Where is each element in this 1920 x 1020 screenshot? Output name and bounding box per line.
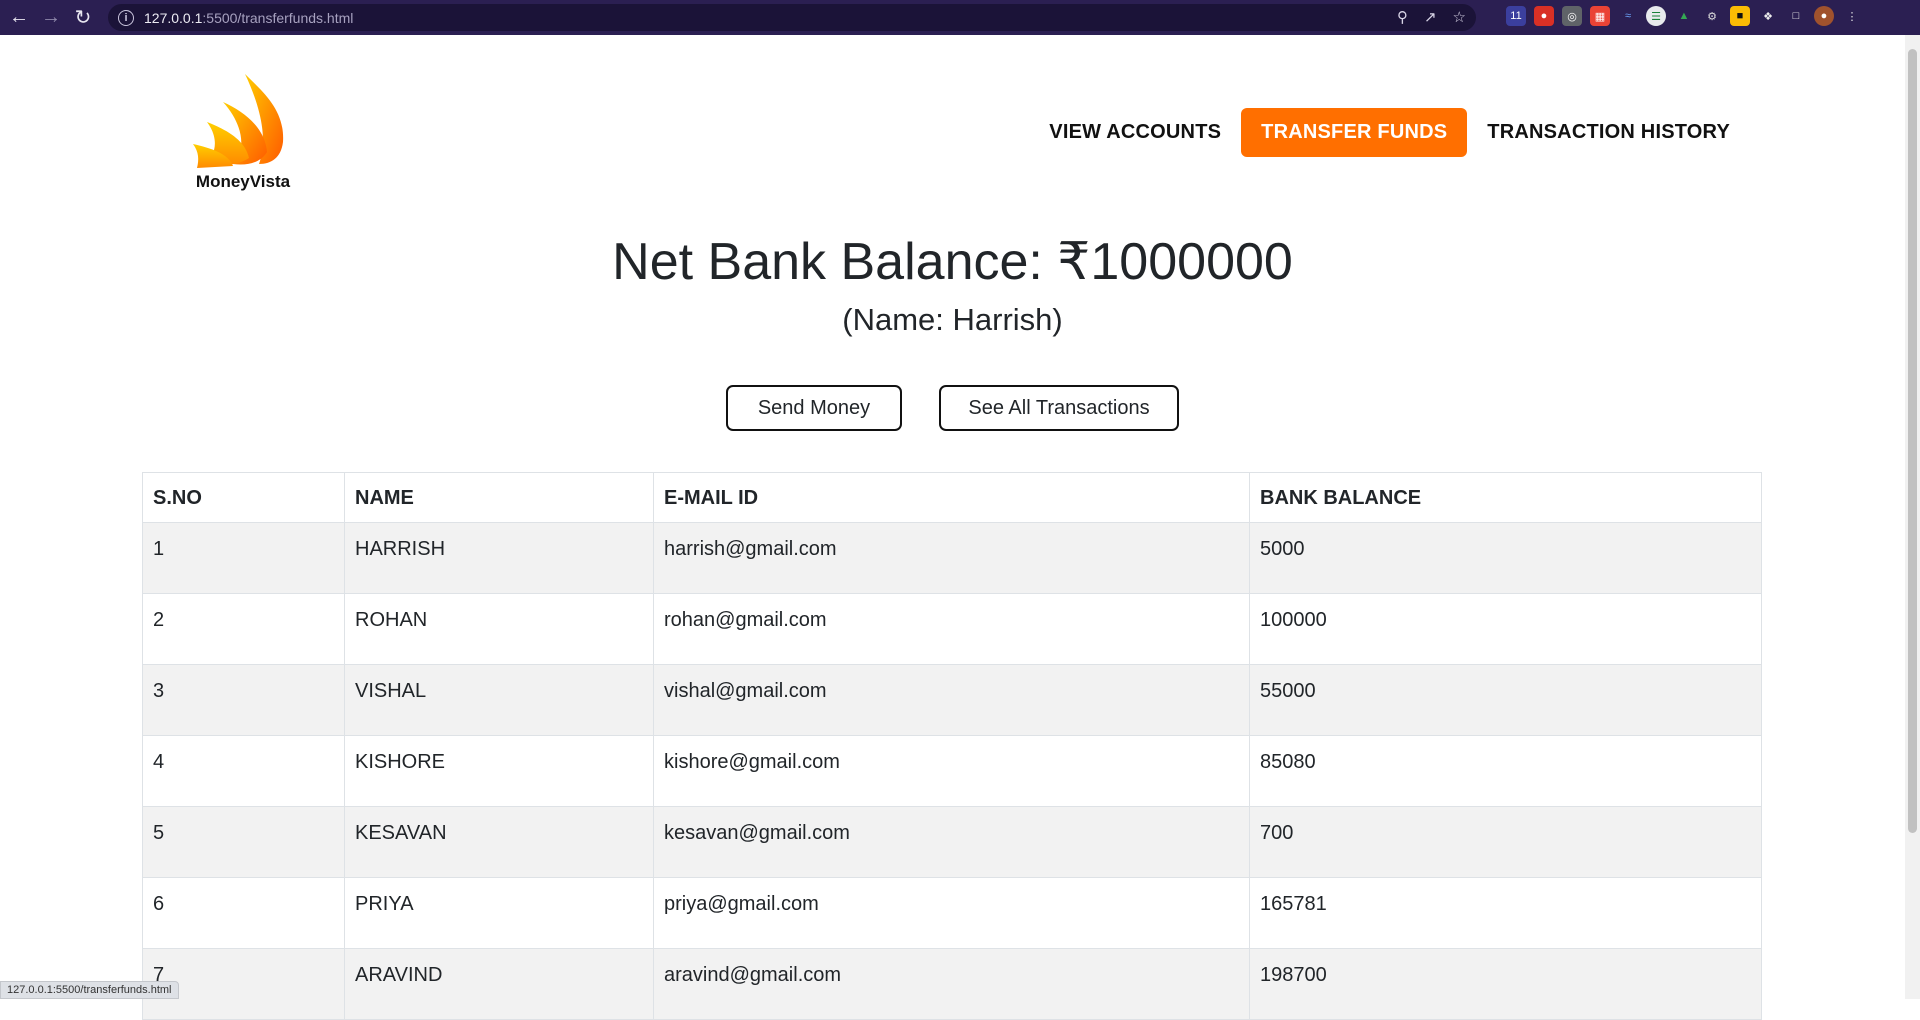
forward-icon[interactable]: → xyxy=(38,5,64,31)
cell-balance: 55000 xyxy=(1249,664,1762,736)
nav-transaction-history[interactable]: TRANSACTION HISTORY xyxy=(1475,109,1742,156)
back-icon[interactable]: ← xyxy=(6,5,32,31)
cell-sno: 3 xyxy=(142,664,345,736)
cell-balance: 700 xyxy=(1249,806,1762,878)
cell-name: KESAVAN xyxy=(344,806,654,878)
table-row: 7 ARAVIND aravind@gmail.com 198700 xyxy=(142,948,1762,1020)
page-scrollbar[interactable] xyxy=(1905,35,1920,999)
accounts-table: S.NO NAME E-MAIL ID BANK BALANCE 1 HARRI… xyxy=(142,472,1762,1020)
cell-balance: 85080 xyxy=(1249,735,1762,807)
reload-icon[interactable]: ↻ xyxy=(70,5,96,31)
cell-balance: 198700 xyxy=(1249,948,1762,1020)
cell-name: ROHAN xyxy=(344,593,654,665)
table-row: 4 KISHORE kishore@gmail.com 85080 xyxy=(142,735,1762,807)
extension-sheet-icon[interactable]: ☰ xyxy=(1646,6,1666,26)
browser-toolbar: ← → ↻ i 127.0.0.1:5500/transferfunds.htm… xyxy=(0,0,1920,35)
table-row: 5 KESAVAN kesavan@gmail.com 700 xyxy=(142,806,1762,878)
header-balance: BANK BALANCE xyxy=(1249,472,1762,523)
cell-balance: 5000 xyxy=(1249,522,1762,594)
table-row: 6 PRIYA priya@gmail.com 165781 xyxy=(142,877,1762,949)
scrollbar-thumb[interactable] xyxy=(1908,49,1917,833)
extension-globe-icon[interactable]: ◎ xyxy=(1562,6,1582,26)
see-all-transactions-button[interactable]: See All Transactions xyxy=(939,385,1179,431)
cell-sno: 2 xyxy=(142,593,345,665)
cell-balance: 100000 xyxy=(1249,593,1762,665)
extensions-puzzle-icon[interactable]: ❖ xyxy=(1758,6,1778,26)
cell-name: KISHORE xyxy=(344,735,654,807)
cell-email: kesavan@gmail.com xyxy=(653,806,1250,878)
cell-email: rohan@gmail.com xyxy=(653,593,1250,665)
address-bar[interactable]: i 127.0.0.1:5500/transferfunds.html ⚲ ↗ … xyxy=(108,4,1476,31)
table-row: 2 ROHAN rohan@gmail.com 100000 xyxy=(142,593,1762,665)
cell-email: aravind@gmail.com xyxy=(653,948,1250,1020)
cell-name: VISHAL xyxy=(344,664,654,736)
cell-email: harrish@gmail.com xyxy=(653,522,1250,594)
extension-wave-icon[interactable]: ≈ xyxy=(1618,6,1638,26)
header-sno: S.NO xyxy=(142,472,345,523)
table-row: 1 HARRISH harrish@gmail.com 5000 xyxy=(142,522,1762,594)
extension-calendar-icon[interactable]: 11 xyxy=(1506,6,1526,26)
url-text[interactable]: 127.0.0.1:5500/transferfunds.html xyxy=(144,10,353,26)
browser-menu-icon[interactable]: ⋮ xyxy=(1842,6,1862,26)
share-icon[interactable]: ↗ xyxy=(1424,8,1437,26)
brand-logo[interactable]: MoneyVista xyxy=(193,72,293,196)
profile-avatar-icon[interactable]: ● xyxy=(1814,6,1834,26)
account-name-subheading: (Name: Harrish) xyxy=(842,302,1063,337)
header-name: NAME xyxy=(344,472,654,523)
cell-email: kishore@gmail.com xyxy=(653,735,1250,807)
extension-tree-icon[interactable]: ▲ xyxy=(1674,6,1694,26)
table-row: 3 VISHAL vishal@gmail.com 55000 xyxy=(142,664,1762,736)
brand-name: MoneyVista xyxy=(195,172,291,191)
extension-grid-icon[interactable]: ▦ xyxy=(1590,6,1610,26)
cell-name: ARAVIND xyxy=(344,948,654,1020)
extension-red-icon[interactable]: ● xyxy=(1534,6,1554,26)
nav-transfer-funds[interactable]: TRANSFER FUNDS xyxy=(1241,108,1468,157)
cell-sno: 5 xyxy=(142,806,345,878)
cell-sno: 1 xyxy=(142,522,345,594)
action-buttons: Send Money See All Transactions xyxy=(0,385,1905,431)
cell-email: priya@gmail.com xyxy=(653,877,1250,949)
bookmark-star-icon[interactable]: ☆ xyxy=(1453,8,1466,26)
extension-yellow-icon[interactable]: ■ xyxy=(1730,6,1750,26)
side-panel-icon[interactable]: □ xyxy=(1786,6,1806,26)
table-header-row: S.NO NAME E-MAIL ID BANK BALANCE xyxy=(142,472,1762,523)
main-nav: VIEW ACCOUNTS TRANSFER FUNDS TRANSACTION… xyxy=(1037,108,1742,157)
net-balance-heading: Net Bank Balance: ₹1000000 xyxy=(612,233,1293,291)
wings-logo-icon xyxy=(193,74,284,168)
link-status-bubble: 127.0.0.1:5500/transferfunds.html xyxy=(0,981,179,999)
extension-gear-icon[interactable]: ⚙ xyxy=(1702,6,1722,26)
cell-sno: 6 xyxy=(142,877,345,949)
zoom-icon[interactable]: ⚲ xyxy=(1397,8,1408,26)
cell-balance: 165781 xyxy=(1249,877,1762,949)
cell-sno: 4 xyxy=(142,735,345,807)
cell-email: vishal@gmail.com xyxy=(653,664,1250,736)
cell-name: PRIYA xyxy=(344,877,654,949)
header-email: E-MAIL ID xyxy=(653,472,1250,523)
send-money-button[interactable]: Send Money xyxy=(726,385,902,431)
site-info-icon[interactable]: i xyxy=(118,9,134,26)
nav-view-accounts[interactable]: VIEW ACCOUNTS xyxy=(1037,109,1233,156)
cell-name: HARRISH xyxy=(344,522,654,594)
